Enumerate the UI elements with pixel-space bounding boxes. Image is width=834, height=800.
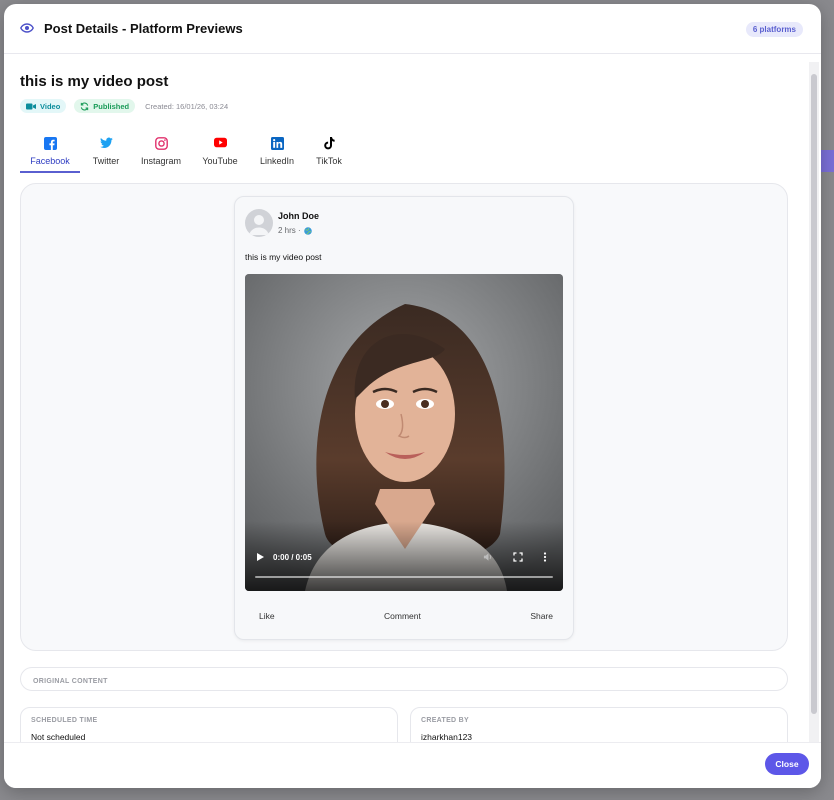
created-by-label: CREATED BY [421, 717, 469, 724]
created-by-value: izharkhan123 [421, 732, 473, 742]
video-camera-icon [26, 103, 36, 110]
tab-twitter[interactable]: Twitter [80, 133, 132, 173]
preview-panel: John Doe 2 hrs · this is my video post 0… [20, 183, 788, 651]
share-button[interactable]: Share [530, 611, 553, 627]
original-content-section: ORIGINAL CONTENT [20, 667, 788, 691]
scheduled-time-value: Not scheduled [31, 732, 86, 742]
tab-facebook[interactable]: Facebook [20, 133, 80, 173]
comment-button[interactable]: Comment [384, 611, 421, 627]
facebook-post-preview: John Doe 2 hrs · this is my video post 0… [234, 196, 574, 640]
play-icon[interactable] [255, 552, 265, 562]
video-badge-label: Video [40, 101, 61, 111]
scrollbar-thumb[interactable] [811, 74, 817, 714]
published-badge-label: Published [93, 101, 130, 111]
tab-tiktok-label: TikTok [316, 156, 342, 166]
created-timestamp: Created: 16/01/26, 03:24 [145, 101, 229, 111]
post-actions: Like Comment Share [235, 611, 573, 627]
instagram-icon [154, 137, 168, 150]
video-player[interactable]: 0:00 / 0:05 [245, 274, 563, 591]
created-by-card: CREATED BY izharkhan123 [410, 707, 788, 742]
platform-tabs: Facebook Twitter Instagram YouTube Linke… [20, 133, 354, 173]
tab-linkedin[interactable]: LinkedIn [250, 133, 304, 173]
post-title: this is my video post [20, 73, 169, 90]
scheduled-time-label: SCHEDULED TIME [31, 717, 98, 724]
modal-title: Post Details - Platform Previews [44, 21, 243, 36]
post-text: this is my video post [245, 252, 322, 262]
fullscreen-icon[interactable] [513, 552, 523, 562]
author-name[interactable]: John Doe [278, 211, 319, 221]
post-details-modal: Post Details - Platform Previews 6 platf… [4, 4, 821, 788]
like-button[interactable]: Like [259, 611, 275, 627]
volume-icon[interactable] [483, 552, 493, 562]
post-time: 2 hrs · [278, 226, 312, 235]
facebook-icon [43, 137, 57, 150]
published-badge: Published [74, 99, 136, 113]
tab-youtube-label: YouTube [202, 156, 238, 166]
close-button[interactable]: Close [765, 753, 809, 775]
video-time: 0:00 / 0:05 [273, 552, 312, 562]
tab-facebook-label: Facebook [30, 156, 70, 166]
avatar [245, 209, 273, 237]
more-options-icon[interactable] [543, 552, 553, 562]
linkedin-icon [270, 137, 284, 150]
video-right-controls [483, 552, 553, 562]
post-meta: Video Published Created: 16/01/26, 03:24 [20, 99, 228, 113]
globe-icon [303, 226, 312, 235]
tab-tiktok[interactable]: TikTok [304, 133, 354, 173]
tab-instagram-label: Instagram [140, 156, 182, 166]
original-content-label: ORIGINAL CONTENT [33, 678, 108, 685]
eye-icon [20, 22, 36, 35]
tab-twitter-label: Twitter [92, 156, 120, 166]
platform-count-badge: 6 platforms [745, 22, 803, 37]
modal-footer: Close [4, 742, 821, 788]
video-badge: Video [20, 99, 67, 113]
twitter-icon [99, 137, 113, 150]
tab-instagram[interactable]: Instagram [132, 133, 190, 173]
tab-youtube[interactable]: YouTube [190, 133, 250, 173]
youtube-icon [213, 137, 227, 150]
video-progress-bar[interactable] [255, 576, 553, 578]
modal-header: Post Details - Platform Previews 6 platf… [4, 4, 821, 54]
modal-body[interactable]: this is my video post Video Published Cr… [4, 55, 821, 742]
tab-linkedin-label: LinkedIn [259, 156, 295, 166]
scheduled-time-card: SCHEDULED TIME Not scheduled [20, 707, 398, 742]
video-controls: 0:00 / 0:05 [245, 543, 563, 571]
refresh-icon [80, 101, 89, 111]
post-time-text: 2 hrs · [278, 226, 301, 235]
user-silhouette-icon [249, 215, 269, 235]
tiktok-icon [323, 137, 336, 150]
